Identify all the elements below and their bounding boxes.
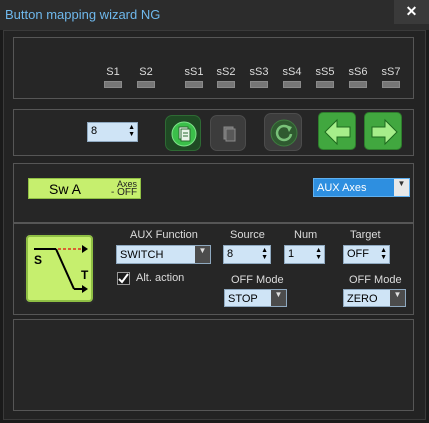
switch-mode-line2: - OFF — [111, 187, 138, 198]
off-mode-value-2: ZERO — [347, 293, 378, 305]
copy-button[interactable] — [210, 115, 246, 151]
num-spinner[interactable]: 1 ▲ ▼ — [284, 245, 325, 264]
window-title: Button mapping wizard NG — [5, 7, 161, 22]
off-mode-select-2[interactable]: ZERO ▼ — [343, 289, 406, 307]
slot-indicator-ss2 — [217, 81, 235, 88]
spinner-arrows-icon[interactable]: ▲ ▼ — [380, 247, 387, 261]
chevron-down-icon[interactable]: ▼ — [390, 290, 405, 306]
alt-action-label: Alt. action — [136, 272, 185, 284]
chevron-down-icon[interactable]: ▼ — [271, 290, 286, 306]
alt-action-checkbox[interactable] — [117, 272, 130, 285]
slot-label-s1: S1 — [106, 66, 120, 78]
paste-icon — [171, 121, 197, 147]
slot-indicator-ss3 — [250, 81, 268, 88]
slot-indicator-s2 — [137, 81, 155, 88]
off-mode-value-1: STOP — [228, 293, 258, 305]
number-spinner-value: 8 — [91, 125, 98, 137]
slot-indicator-ss4 — [283, 81, 301, 88]
next-button[interactable] — [364, 112, 402, 150]
slot-label-ss5: sS5 — [315, 66, 335, 78]
off-mode-label-2: OFF Mode — [349, 274, 402, 286]
aux-function-label: AUX Function — [130, 229, 198, 241]
slot-label-ss1: sS1 — [184, 66, 204, 78]
close-button[interactable]: ✕ — [394, 0, 429, 24]
aux-function-select[interactable]: SWITCH ▼ — [116, 245, 211, 264]
checkmark-icon — [118, 273, 129, 284]
slot-indicator-ss5 — [316, 81, 334, 88]
empty-panel — [13, 319, 414, 411]
slot-label-ss7: sS7 — [381, 66, 401, 78]
switch-button-name: Sw A — [49, 181, 81, 197]
paste-button[interactable] — [165, 115, 201, 151]
off-mode-label-1: OFF Mode — [231, 274, 284, 286]
source-label: Source — [230, 229, 265, 241]
slot-indicator-ss6 — [349, 81, 367, 88]
switch-button[interactable]: Sw A Axes - OFF — [28, 178, 141, 199]
slot-indicator-ss7 — [382, 81, 400, 88]
copy-icon — [223, 126, 236, 142]
refresh-button[interactable] — [264, 113, 302, 151]
diagram-letter-s: S — [34, 253, 43, 267]
off-mode-select-1[interactable]: STOP ▼ — [224, 289, 287, 307]
switch-diagram: S T — [24, 233, 95, 304]
mode-select[interactable]: AUX Axes ▼ — [313, 178, 410, 197]
chevron-down-icon[interactable]: ▼ — [195, 246, 210, 263]
slot-label-ss3: sS3 — [249, 66, 269, 78]
source-value: 8 — [227, 248, 234, 260]
target-value: OFF — [347, 248, 369, 260]
diagram-letter-t: T — [81, 268, 89, 282]
num-label: Num — [294, 229, 318, 241]
target-spinner[interactable]: OFF ▲ ▼ — [343, 245, 390, 264]
aux-function-value: SWITCH — [120, 249, 164, 261]
spinner-arrows-icon[interactable]: ▲ ▼ — [261, 247, 268, 261]
slot-label-ss6: sS6 — [348, 66, 368, 78]
arrow-left-icon — [324, 118, 351, 146]
previous-button[interactable] — [318, 112, 356, 150]
spinner-arrows-icon[interactable]: ▲ ▼ — [315, 247, 322, 261]
arrow-right-icon — [371, 118, 398, 146]
target-label: Target — [350, 229, 381, 241]
chevron-down-icon[interactable]: ▼ — [394, 179, 409, 196]
refresh-icon — [270, 119, 298, 147]
slot-label-s2: S2 — [139, 66, 153, 78]
slot-indicator-s1 — [104, 81, 122, 88]
slot-label-ss4: sS4 — [282, 66, 302, 78]
number-spinner[interactable]: 8 ▲ ▼ — [87, 122, 138, 142]
num-value: 1 — [288, 248, 295, 260]
mode-select-value: AUX Axes — [317, 182, 367, 194]
slot-label-ss2: sS2 — [216, 66, 236, 78]
source-spinner[interactable]: 8 ▲ ▼ — [223, 245, 271, 264]
slot-indicator-ss1 — [185, 81, 203, 88]
spinner-arrows-icon[interactable]: ▲ ▼ — [128, 124, 135, 138]
